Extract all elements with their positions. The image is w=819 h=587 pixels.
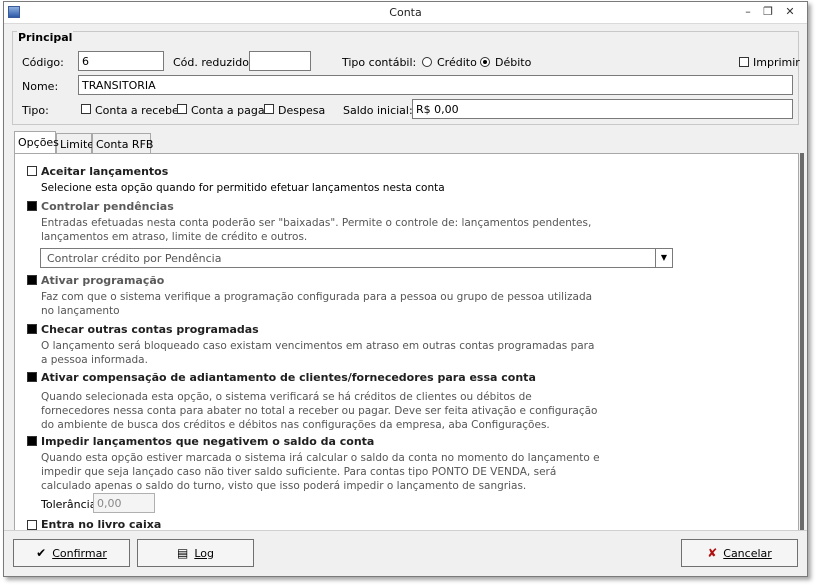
credito-radio[interactable] [422,57,432,67]
controlar-pendencias-checkbox[interactable] [27,201,37,211]
cod-reduzido-label: Cód. reduzido: [173,56,253,69]
confirmar-button[interactable]: ✔ Confirmar [13,539,130,567]
aceitar-lancamentos-desc: Selecione esta opção quando for permitid… [41,182,445,194]
controlar-pendencias-title[interactable]: Controlar pendências [41,200,174,213]
tipo-label: Tipo: [22,104,49,117]
livro-caixa-checkbox[interactable] [27,520,37,530]
ativar-programacao-title[interactable]: Ativar programação [41,274,164,287]
ativar-programacao-desc: Faz com que o sistema verifique a progra… [41,291,593,317]
window-title: Conta [389,6,422,19]
nome-label: Nome: [22,80,59,93]
cancelar-label: Cancelar [723,546,772,560]
principal-group: Principal Código: 6 Cód. reduzido: Tipo … [12,31,800,125]
impedir-lancamentos-desc: Quando esta opção estiver marcada o sist… [41,452,600,492]
conta-receber-label[interactable]: Conta a receber [95,104,183,117]
checar-contas-checkbox[interactable] [27,324,37,334]
maximize-icon[interactable]: ❐ [760,5,776,19]
tab-limite[interactable]: Limite [56,133,94,153]
saldo-inicial-label: Saldo inicial: [343,104,413,117]
vertical-scrollbar[interactable] [800,153,804,530]
impedir-lancamentos-title[interactable]: Impedir lançamentos que negativem o sald… [41,435,374,448]
tolerancia-label: Tolerância: [41,498,101,511]
controlar-credito-select-value: Controlar crédito por Pendência [47,252,222,265]
controlar-credito-select[interactable]: Controlar crédito por Pendência ▼ [40,248,673,268]
impedir-lancamentos-checkbox[interactable] [27,436,37,446]
tab-conta-rfb[interactable]: Conta RFB [92,133,153,153]
log-label: Log [194,546,214,560]
conta-pagar-checkbox[interactable] [177,104,187,114]
footer-bar: ✔ Confirmar ▤ Log ✘ Cancelar [4,530,807,576]
log-button[interactable]: ▤ Log [137,539,254,567]
opcoes-panel: Aceitar lançamentos Selecione esta opção… [14,153,799,530]
imprimir-checkbox[interactable] [739,57,749,67]
conta-window: Conta – ❐ ✕ Principal Código: 6 Cód. red… [3,1,808,577]
despesa-label[interactable]: Despesa [278,104,325,117]
cod-reduzido-input[interactable] [249,51,311,71]
codigo-input[interactable]: 6 [78,51,164,71]
conta-receber-checkbox[interactable] [81,104,91,114]
aceitar-lancamentos-title[interactable]: Aceitar lançamentos [41,165,168,178]
ativar-compensacao-checkbox[interactable] [27,372,37,382]
cancelar-button[interactable]: ✘ Cancelar [681,539,798,567]
ativar-compensacao-title[interactable]: Ativar compensação de adiantamento de cl… [41,371,536,384]
checar-contas-title[interactable]: Checar outras contas programadas [41,323,259,336]
chevron-down-icon[interactable]: ▼ [655,249,672,267]
conta-pagar-label[interactable]: Conta a pagar [191,104,269,117]
ativar-programacao-checkbox[interactable] [27,275,37,285]
livro-caixa-title[interactable]: Entra no livro caixa [41,518,161,530]
minimize-icon[interactable]: – [740,5,756,19]
document-icon: ▤ [177,546,189,560]
cancel-x-icon: ✘ [707,546,718,560]
debito-label[interactable]: Débito [495,56,531,69]
credito-label[interactable]: Crédito [437,56,477,69]
nome-input[interactable]: TRANSITORIA [78,75,793,95]
debito-radio[interactable] [480,57,490,67]
tolerancia-input[interactable]: 0,00 [93,493,155,513]
saldo-inicial-input[interactable]: R$ 0,00 [412,99,793,119]
controlar-pendencias-desc: Entradas efetuadas nesta conta poderão s… [41,217,592,243]
confirmar-label: Confirmar [52,546,107,560]
title-bar[interactable]: Conta – ❐ ✕ [4,2,807,24]
aceitar-lancamentos-checkbox[interactable] [27,166,37,176]
principal-group-title: Principal [17,31,74,44]
imprimir-label[interactable]: Imprimir [753,56,800,69]
tab-opcoes[interactable]: Opções [14,131,59,153]
ativar-compensacao-desc: Quando selecionada esta opção, o sistema… [41,391,598,431]
tipo-contabil-label: Tipo contábil: [342,56,417,69]
codigo-label: Código: [22,56,64,69]
checkmark-icon: ✔ [36,546,47,560]
checar-contas-desc: O lançamento será bloqueado caso existam… [41,340,595,366]
despesa-checkbox[interactable] [264,104,274,114]
close-icon[interactable]: ✕ [782,5,798,19]
